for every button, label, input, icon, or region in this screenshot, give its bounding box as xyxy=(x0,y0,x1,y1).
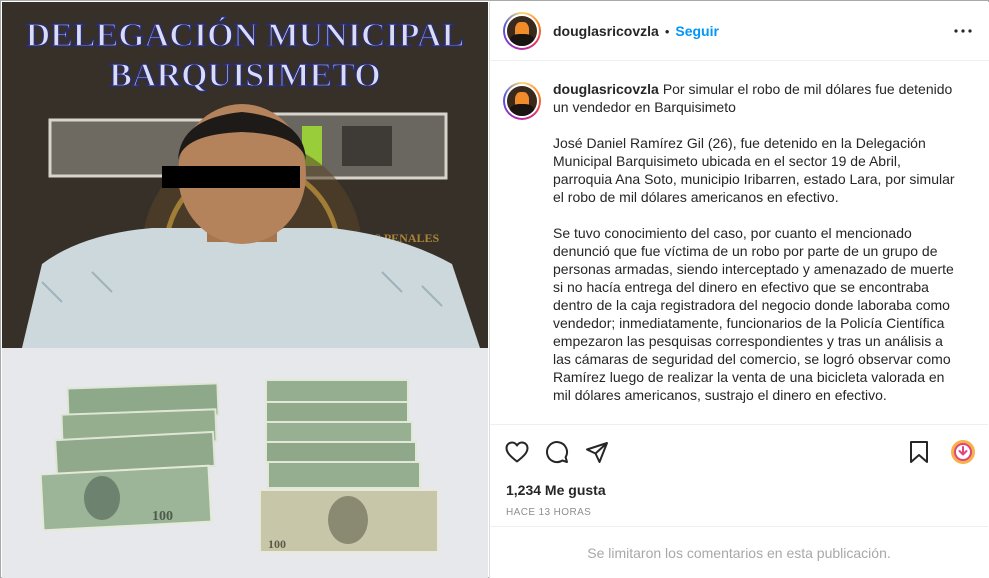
caption-body: douglasricovzla Por simular el robo de mi… xyxy=(553,80,963,404)
post-timestamp[interactable]: HACE 13 HORAS xyxy=(506,507,591,518)
person-shirt xyxy=(22,228,480,348)
separator-dot: • xyxy=(664,23,670,39)
post-photo-illustration: DELEGACIÓN MUNICIPAL BARQUISIMETO FUERZA… xyxy=(2,2,488,578)
share-icon[interactable] xyxy=(584,439,610,465)
banknotes-left: 100 xyxy=(39,382,220,532)
comments-disabled-notice: Se limitaron los comentarios en esta pub… xyxy=(490,526,988,578)
post-header: douglasricovzla • Seguir xyxy=(490,2,989,61)
more-options-icon[interactable] xyxy=(951,19,975,43)
caption-paragraph-1: José Daniel Ramírez Gil (26), fue deteni… xyxy=(553,135,955,205)
svg-text:100: 100 xyxy=(268,537,286,551)
likes-count[interactable]: 1,234 Me gusta xyxy=(506,482,606,498)
comments-disabled-text: Se limitaron los comentarios en esta pub… xyxy=(587,544,891,561)
caption-avatar[interactable] xyxy=(503,82,541,120)
banner-line-1: DELEGACIÓN MUNICIPAL xyxy=(26,16,465,54)
action-bar xyxy=(490,424,988,478)
post-panel: douglasricovzla • Seguir douglasricovzla… xyxy=(489,2,989,578)
avatar[interactable] xyxy=(503,12,541,50)
heart-icon[interactable] xyxy=(504,439,530,465)
bookmark-icon[interactable] xyxy=(906,439,932,465)
follow-button[interactable]: Seguir xyxy=(675,23,719,39)
post-image[interactable]: DELEGACIÓN MUNICIPAL BARQUISIMETO FUERZA… xyxy=(2,2,488,578)
caption-headline-line: douglasricovzla Por simular el robo de mi… xyxy=(553,80,963,116)
caption-paragraph-2: Se tuvo conocimiento del caso, por cuant… xyxy=(553,225,954,403)
comment-icon[interactable] xyxy=(544,439,570,465)
face-redaction-bar xyxy=(162,166,300,188)
svg-text:100: 100 xyxy=(152,509,173,524)
download-extension-icon[interactable] xyxy=(950,439,976,465)
caption-scroll-area[interactable]: douglasricovzla Por simular el robo de mi… xyxy=(490,62,988,424)
banner-line-2: BARQUISIMETO xyxy=(109,57,380,94)
post-window: DELEGACIÓN MUNICIPAL BARQUISIMETO FUERZA… xyxy=(0,0,989,578)
caption-username[interactable]: douglasricovzla xyxy=(553,81,659,97)
author-username[interactable]: douglasricovzla xyxy=(553,23,659,39)
